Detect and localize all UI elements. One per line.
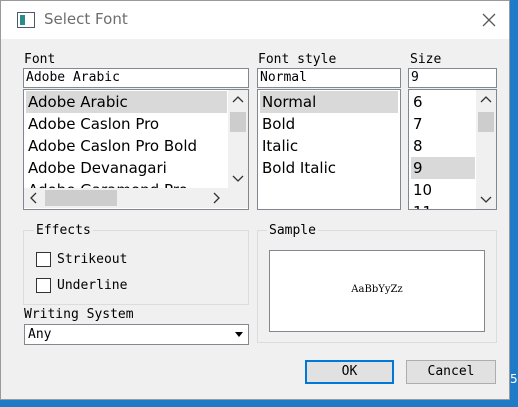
font-style-input[interactable]: Normal xyxy=(257,68,401,88)
font-list-item[interactable]: Adobe Caslon Pro Bold xyxy=(26,135,227,157)
size-list[interactable]: 6 7 8 9 10 11 xyxy=(408,89,497,210)
writing-system-select[interactable]: Any xyxy=(24,324,249,345)
size-list-item[interactable]: 8 xyxy=(411,135,475,157)
sample-preview: AaBbYyZz xyxy=(269,250,485,332)
strikeout-label[interactable]: Strikeout xyxy=(57,252,127,267)
font-style-label: Font style xyxy=(258,52,337,67)
writing-system-label: Writing System xyxy=(24,307,134,322)
font-style-list[interactable]: Normal Bold Italic Bold Italic xyxy=(257,89,401,210)
scrollbar-thumb[interactable] xyxy=(45,190,117,206)
font-input[interactable]: Adobe Arabic xyxy=(23,68,249,88)
font-style-list-item[interactable]: Normal xyxy=(260,91,398,113)
size-input[interactable]: 9 xyxy=(408,68,497,88)
font-style-list-item[interactable]: Bold xyxy=(260,113,398,135)
sample-text: AaBbYyZz xyxy=(351,284,403,295)
window-app-icon xyxy=(17,12,35,28)
chevron-down-icon[interactable] xyxy=(234,331,244,339)
scroll-down-arrow-icon[interactable] xyxy=(228,168,248,188)
strikeout-checkbox[interactable] xyxy=(36,252,51,267)
font-label: Font xyxy=(24,52,56,67)
size-list-item[interactable]: 6 xyxy=(411,91,475,113)
writing-system-value: Any xyxy=(28,327,52,342)
window-title: Select Font xyxy=(44,10,128,28)
scroll-up-arrow-icon[interactable] xyxy=(476,90,496,110)
font-list-item[interactable]: Adobe Caslon Pro xyxy=(26,113,227,135)
select-font-dialog: Select Font Font Adobe Arabic Adobe Arab… xyxy=(0,0,510,400)
size-list-vertical-scrollbar[interactable] xyxy=(476,90,496,209)
font-list-horizontal-scrollbar[interactable] xyxy=(24,188,248,208)
scrollbar-thumb[interactable] xyxy=(478,112,494,132)
size-list-item[interactable]: 9 xyxy=(411,157,475,179)
size-list-item[interactable]: 7 xyxy=(411,113,475,135)
font-style-list-item[interactable]: Italic xyxy=(260,135,398,157)
ok-button[interactable]: OK xyxy=(305,360,394,384)
scrollbar-thumb[interactable] xyxy=(230,112,246,132)
size-label: Size xyxy=(410,52,442,67)
scroll-up-arrow-icon[interactable] xyxy=(228,90,248,110)
close-icon[interactable] xyxy=(479,10,499,30)
sample-group-title: Sample xyxy=(267,223,318,238)
size-list-item[interactable]: 10 xyxy=(411,179,475,201)
effects-group-title: Effects xyxy=(34,223,93,238)
size-list-item[interactable]: 11 xyxy=(411,201,475,209)
effects-group xyxy=(23,230,249,305)
font-list-item[interactable]: Adobe Devanagari xyxy=(26,157,227,179)
font-list-item[interactable]: Adobe Arabic xyxy=(26,91,227,113)
cancel-button[interactable]: Cancel xyxy=(406,360,496,384)
scroll-down-arrow-icon[interactable] xyxy=(476,189,496,209)
scroll-left-arrow-icon[interactable] xyxy=(24,188,44,208)
font-style-list-item[interactable]: Bold Italic xyxy=(260,157,398,179)
font-list[interactable]: Adobe Arabic Adobe Caslon Pro Adobe Casl… xyxy=(23,89,249,210)
title-bar: Select Font xyxy=(1,1,509,39)
underline-label[interactable]: Underline xyxy=(57,278,127,293)
background-window-fragment: 5 xyxy=(510,372,518,386)
underline-checkbox[interactable] xyxy=(36,278,51,293)
scroll-right-arrow-icon[interactable] xyxy=(206,188,226,208)
font-list-vertical-scrollbar[interactable] xyxy=(228,90,248,188)
